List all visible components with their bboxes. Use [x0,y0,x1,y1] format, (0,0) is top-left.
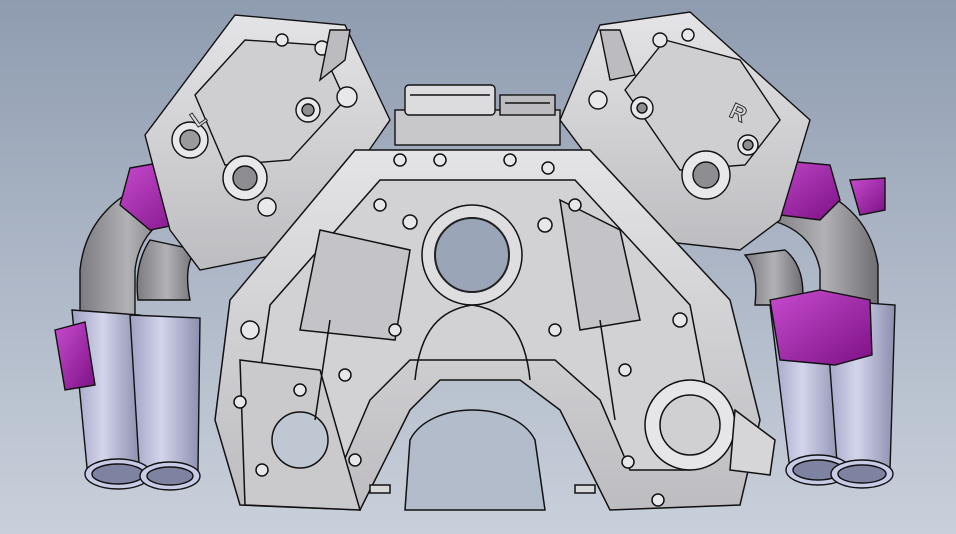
top-sensor-housing [394,84,561,146]
engine-block-model[interactable]: L R [0,0,956,534]
cad-viewport[interactable]: L R [0,0,956,534]
